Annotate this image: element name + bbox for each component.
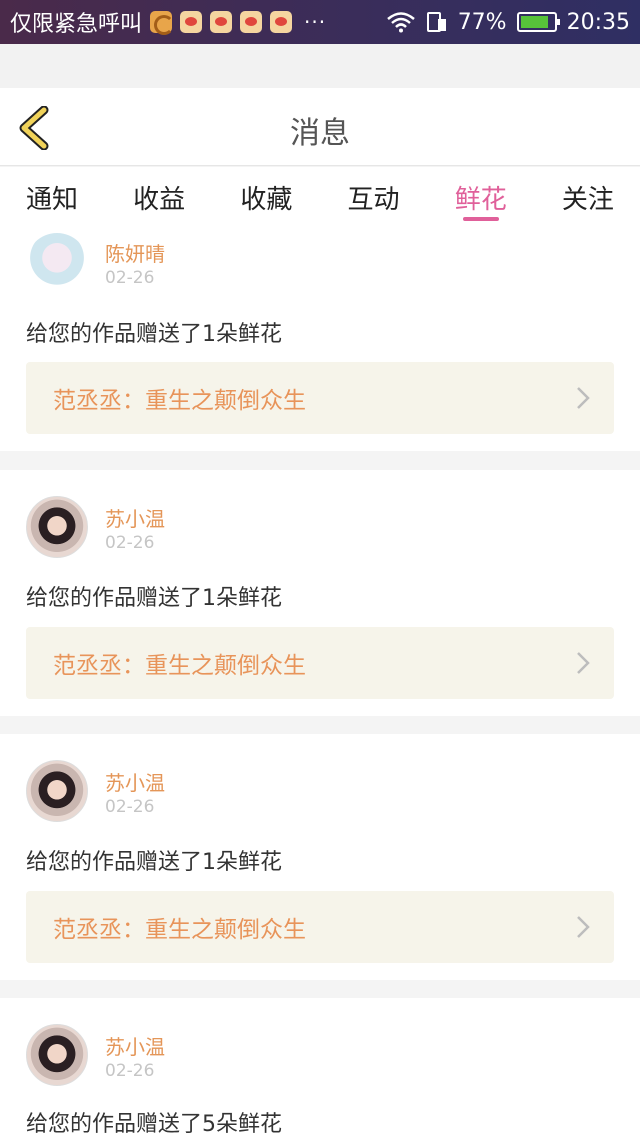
message-text: 给您的作品赠送了1朵鲜花 (26, 322, 282, 347)
work-link[interactable]: 范丞丞：重生之颠倒众生 (26, 362, 614, 434)
message-text: 给您的作品赠送了1朵鲜花 (26, 586, 282, 611)
message-date: 02-26 (105, 1061, 155, 1081)
tab-notifications[interactable]: 通知 (24, 167, 80, 227)
status-spacer (0, 44, 640, 88)
sender-name[interactable]: 苏小温 (105, 767, 165, 796)
status-bar: 仅限紧急呼叫 ··· 77% 20:35 (0, 0, 640, 44)
battery-percent: 77% (457, 9, 507, 35)
sim-icon (426, 12, 446, 32)
woman-photo-avatar[interactable] (26, 496, 88, 558)
chevron-right-icon (577, 652, 590, 674)
tab-favorites[interactable]: 收藏 (238, 167, 294, 227)
flower-message-card: 陈妍晴 02-26 给您的作品赠送了1朵鲜花 范丞丞：重生之颠倒众生 (0, 227, 640, 451)
status-bar-left: 仅限紧急呼叫 ··· (10, 6, 326, 38)
weibo-icon (240, 11, 263, 33)
work-title: 范丞丞：重生之颠倒众生 (53, 653, 306, 679)
woman-photo-avatar[interactable] (26, 760, 88, 822)
work-link[interactable]: 范丞丞：重生之颠倒众生 (26, 627, 614, 699)
work-title: 范丞丞：重生之颠倒众生 (53, 917, 306, 943)
tab-earnings[interactable]: 收益 (131, 167, 187, 227)
flower-message-card: 苏小温 02-26 给您的作品赠送了5朵鲜花 (0, 998, 640, 1138)
anime-girl-avatar[interactable] (26, 233, 88, 295)
overflow-indicator: ··· (304, 10, 327, 34)
sender-name[interactable]: 苏小温 (105, 1031, 165, 1060)
uc-browser-icon (150, 11, 175, 35)
message-date: 02-26 (105, 533, 155, 553)
status-bar-right: 77% 20:35 (386, 10, 630, 35)
tab-flowers[interactable]: 鲜花 (453, 167, 509, 227)
wifi-icon (386, 12, 415, 33)
sender-name[interactable]: 陈妍晴 (105, 238, 165, 267)
weibo-icon (270, 11, 293, 33)
tab-following[interactable]: 关注 (560, 167, 616, 227)
weibo-icon (180, 11, 203, 33)
flower-message-card: 苏小温 02-26 给您的作品赠送了1朵鲜花 范丞丞：重生之颠倒众生 (0, 470, 640, 716)
clock-time: 20:35 (566, 9, 630, 35)
woman-photo-avatar[interactable] (26, 1024, 88, 1086)
work-title: 范丞丞：重生之颠倒众生 (53, 388, 306, 414)
message-date: 02-26 (105, 797, 155, 817)
chevron-right-icon (577, 387, 590, 409)
work-link[interactable]: 范丞丞：重生之颠倒众生 (26, 891, 614, 963)
carrier-text: 仅限紧急呼叫 (10, 12, 143, 37)
sender-name[interactable]: 苏小温 (105, 503, 165, 532)
message-date: 02-26 (105, 268, 155, 288)
battery-icon (516, 12, 560, 32)
message-tabs: 通知 收益 收藏 互动 鲜花 关注 (0, 167, 640, 227)
page-title: 消息 (290, 116, 350, 151)
message-text: 给您的作品赠送了5朵鲜花 (26, 1112, 282, 1137)
flower-message-card: 苏小温 02-26 给您的作品赠送了1朵鲜花 范丞丞：重生之颠倒众生 (0, 734, 640, 980)
chevron-right-icon (577, 916, 590, 938)
nav-header: 消息 (0, 88, 640, 166)
message-text: 给您的作品赠送了1朵鲜花 (26, 850, 282, 875)
weibo-icon (210, 11, 233, 33)
tab-interactions[interactable]: 互动 (346, 167, 402, 227)
